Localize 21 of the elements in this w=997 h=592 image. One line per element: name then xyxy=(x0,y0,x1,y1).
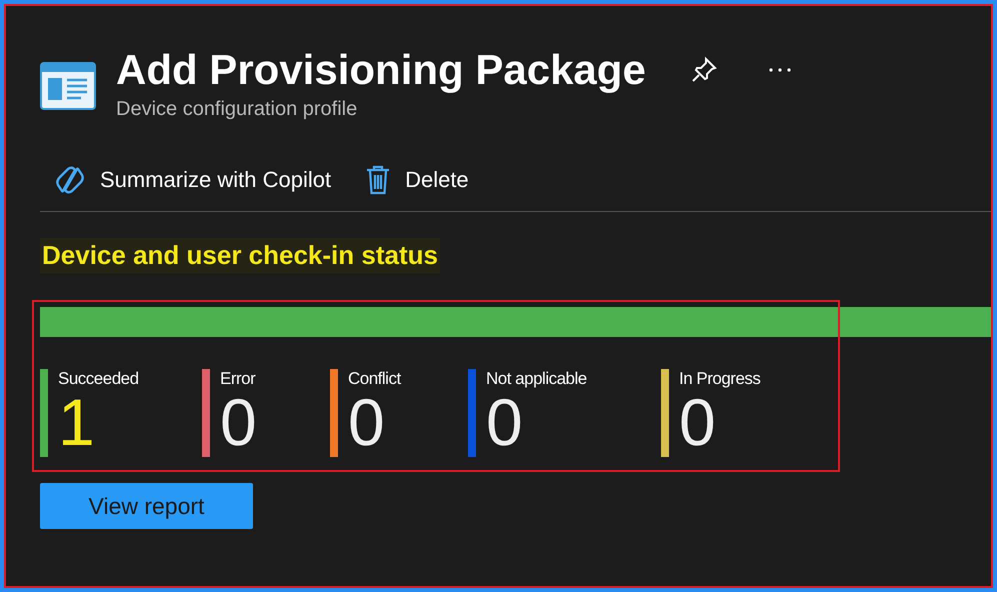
status-count: 0 xyxy=(220,389,257,455)
status-count: 0 xyxy=(679,389,716,455)
status-count: 1 xyxy=(58,389,96,455)
page-subtitle: Device configuration profile xyxy=(116,98,358,121)
page-title: Add Provisioning Package xyxy=(116,46,646,94)
status-label: In Progress xyxy=(679,369,760,389)
more-icon[interactable] xyxy=(768,67,792,73)
status-label: Error xyxy=(220,369,256,389)
status-label: Conflict xyxy=(348,369,401,389)
trash-icon xyxy=(365,165,392,195)
delete-button[interactable]: Delete xyxy=(361,161,473,199)
pin-icon[interactable] xyxy=(690,56,718,84)
status-label: Succeeded xyxy=(58,369,139,389)
section-heading: Device and user check-in status xyxy=(40,238,440,273)
status-count: 0 xyxy=(486,389,523,455)
status-count: 0 xyxy=(348,389,386,455)
copilot-icon xyxy=(54,165,86,195)
status-label: Not applicable xyxy=(486,369,587,389)
copilot-button[interactable]: Summarize with Copilot xyxy=(50,161,336,199)
view-report-button[interactable]: View report xyxy=(40,483,253,529)
profile-icon xyxy=(40,62,96,110)
